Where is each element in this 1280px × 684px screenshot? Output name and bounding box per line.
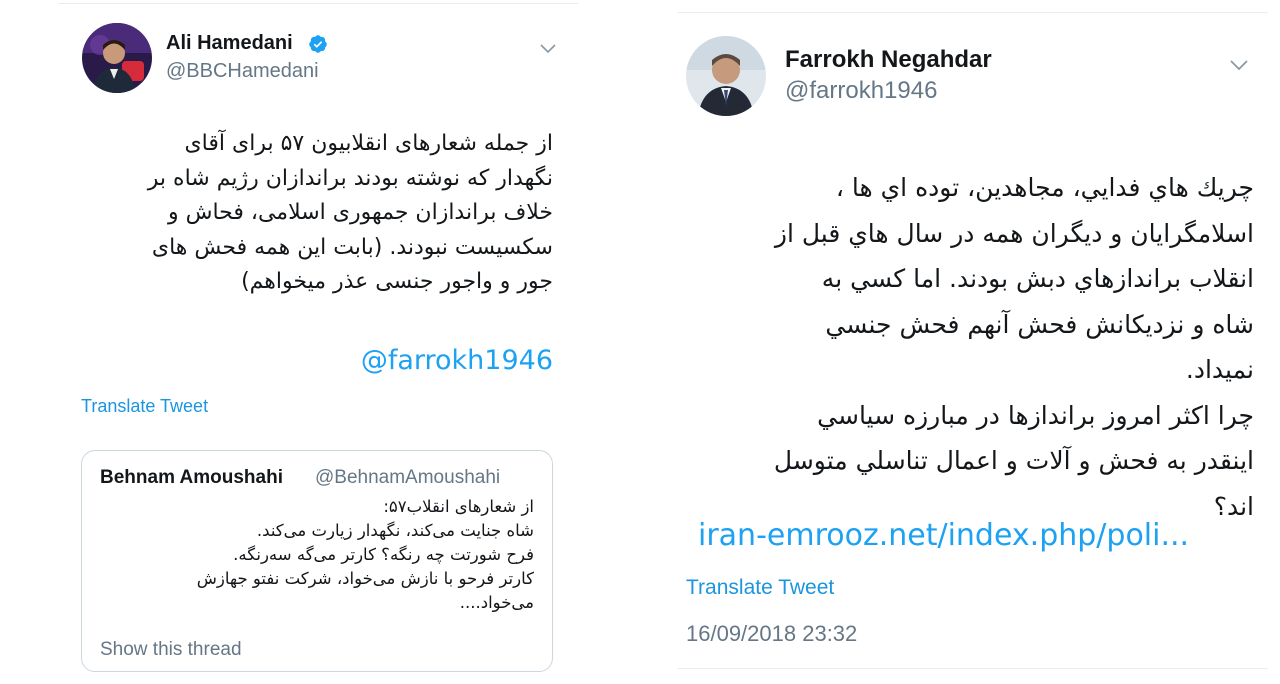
quoted-author-handle: @BehnamAmoushahi xyxy=(315,467,501,488)
author-handle[interactable]: @BBCHamedani xyxy=(166,60,319,83)
avatar[interactable] xyxy=(686,36,766,116)
tweet-timestamp[interactable]: 16/09/2018 23:32 xyxy=(686,621,857,647)
avatar[interactable] xyxy=(82,23,152,93)
mention-link[interactable]: @farrokh1946 xyxy=(253,343,553,379)
tweet-text: از جمله شعارهای انقلابیون ۵۷ برای آقای ن… xyxy=(147,131,553,294)
chevron-down-icon[interactable] xyxy=(540,40,556,59)
author-name[interactable]: Farrokh Negahdar xyxy=(785,46,992,74)
right-bottom-divider xyxy=(678,668,1268,669)
author-name[interactable]: Ali Hamedani xyxy=(166,32,293,55)
left-top-divider xyxy=(58,3,578,4)
translate-tweet-link[interactable]: Translate Tweet xyxy=(81,396,208,417)
right-top-divider xyxy=(678,12,1268,13)
verified-badge-icon xyxy=(308,34,328,58)
translate-tweet-link[interactable]: Translate Tweet xyxy=(686,576,834,600)
chevron-down-icon[interactable] xyxy=(1230,56,1248,75)
show-thread-link[interactable]: Show this thread xyxy=(100,639,242,661)
quoted-tweet-card[interactable]: Behnam Amoushahi @BehnamAmoushahi از شعا… xyxy=(81,450,553,672)
quoted-author-name: Behnam Amoushahi xyxy=(100,467,283,488)
tweet-text: چريك هاي فدايي، مجاهدين، توده اي ها ، اس… xyxy=(773,173,1254,521)
quoted-tweet-text: از شعارهای انقلاب۵۷: شاه جنایت می‌کند، ن… xyxy=(196,497,534,612)
article-link[interactable]: iran-emrooz.net/index.php/poli... xyxy=(698,514,1208,558)
author-handle[interactable]: @farrokh1946 xyxy=(785,77,937,105)
